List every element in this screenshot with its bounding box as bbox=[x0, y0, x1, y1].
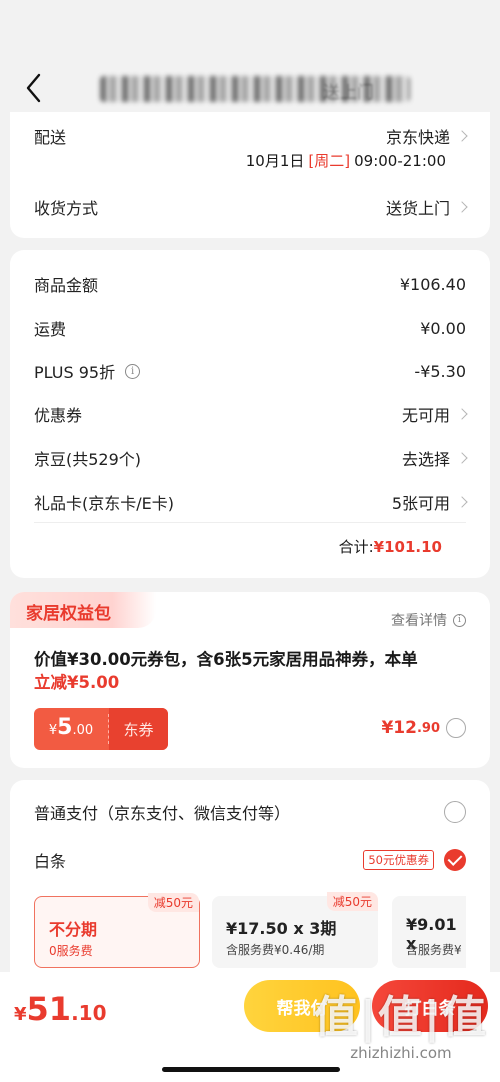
chevron-right-icon bbox=[456, 452, 468, 464]
installment-plan-none[interactable]: 减50元 不分期 0服务费 bbox=[34, 893, 200, 968]
normal-payment-row[interactable]: 普通支付（京东支付、微信支付等） bbox=[34, 800, 466, 824]
subtotal-row: 合计: ¥101.10 bbox=[338, 537, 442, 557]
chevron-right-icon bbox=[456, 130, 468, 142]
nav-bar: 送上门 bbox=[0, 0, 500, 118]
payment-card: 普通支付（京东支付、微信支付等） 白条 50元优惠券 减50元 不分期 0服务费… bbox=[10, 780, 490, 1000]
home-indicator bbox=[162, 1067, 340, 1072]
chevron-right-icon bbox=[456, 201, 468, 213]
delivery-time: 10月1日 [周二] 09:00-21:00 bbox=[245, 151, 446, 171]
package-tag: 家居权益包 bbox=[10, 592, 156, 628]
package-highlight: 立减¥5.00 bbox=[34, 673, 120, 692]
jd-bean-row[interactable]: 京豆(共529个) 去选择 bbox=[34, 446, 468, 470]
baitiao-coupon-badge: 50元优惠券 bbox=[363, 850, 434, 870]
watermark-logo: 值|值|值 zhizhizhi.com bbox=[313, 992, 488, 1063]
delivery-card: 配送 京东快递 10月1日 [周二] 09:00-21:00 收货方式 送货上门 bbox=[10, 112, 490, 238]
bottom-bar: ¥51.10 帮我付 打白条 值|值|值 zhizhizhi.com bbox=[0, 972, 500, 1082]
coupon-ticket: ¥5.00 东券 bbox=[34, 708, 168, 750]
view-details-link[interactable]: 查看详情 i bbox=[391, 610, 466, 630]
chevron-right-icon bbox=[456, 408, 468, 420]
installment-plan-6[interactable]: ¥9.01 x 含服务费¥ bbox=[392, 896, 466, 968]
benefit-package-card: 家居权益包 查看详情 i 价值¥30.00元券包，含6张5元家居用品神券，本单 … bbox=[10, 592, 490, 768]
info-icon[interactable]: i bbox=[125, 363, 141, 379]
order-total: ¥51.10 bbox=[14, 990, 107, 1028]
plus-discount-value: -¥5.30 bbox=[414, 361, 466, 381]
package-price[interactable]: ¥12.90 bbox=[381, 718, 466, 738]
divider bbox=[34, 522, 466, 523]
gift-card-row[interactable]: 礼品卡(京东卡/E卡) 5张可用 bbox=[34, 490, 468, 514]
baitiao-row[interactable]: 白条 50元优惠券 bbox=[34, 848, 466, 872]
info-icon: i bbox=[453, 613, 466, 627]
price-summary-card: 商品金额 ¥106.40 运费 ¥0.00 PLUS 95折 i -¥5.30 优… bbox=[10, 250, 490, 578]
package-radio[interactable] bbox=[446, 718, 466, 738]
page-title-blurred: 送上门 bbox=[100, 76, 410, 103]
freight-row: 运费 ¥0.00 bbox=[34, 318, 466, 340]
subtotal-value: ¥101.10 bbox=[373, 537, 442, 556]
receive-method-row[interactable]: 收货方式 送货上门 bbox=[34, 195, 468, 219]
delivery-label: 配送 bbox=[34, 128, 67, 147]
back-icon[interactable] bbox=[22, 70, 48, 106]
normal-payment-radio[interactable] bbox=[444, 801, 466, 823]
baitiao-checked-icon[interactable] bbox=[444, 849, 466, 871]
chevron-right-icon bbox=[456, 496, 468, 508]
delivery-row[interactable]: 配送 京东快递 bbox=[34, 124, 468, 148]
delivery-carrier: 京东快递 bbox=[386, 124, 468, 148]
delivery-weekday: [周二] bbox=[308, 152, 351, 170]
installment-plan-3[interactable]: 减50元 ¥17.50 x 3期 含服务费¥0.46/期 bbox=[212, 892, 378, 968]
plus-discount-row: PLUS 95折 i -¥5.30 bbox=[34, 361, 466, 383]
goods-amount-row: 商品金额 ¥106.40 bbox=[34, 274, 466, 296]
package-description: 价值¥30.00元券包，含6张5元家居用品神券，本单 立减¥5.00 bbox=[34, 650, 418, 692]
coupon-row[interactable]: 优惠券 无可用 bbox=[34, 402, 468, 426]
